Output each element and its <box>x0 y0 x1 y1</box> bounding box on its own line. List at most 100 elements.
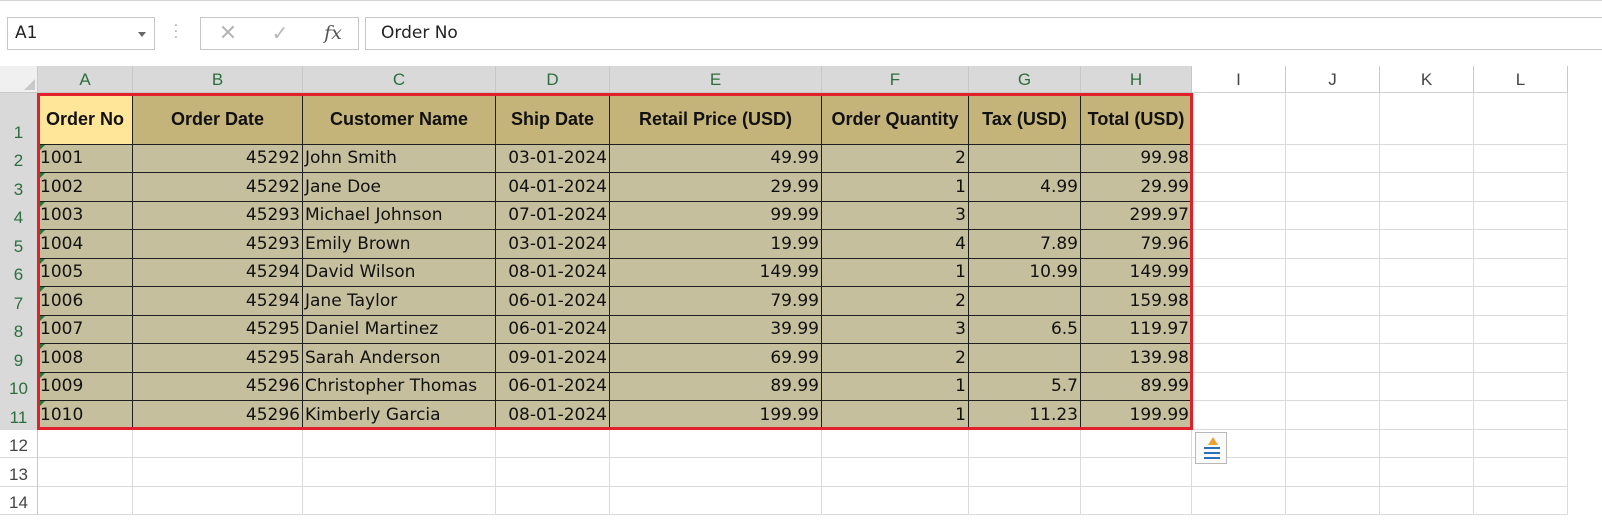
table-cell[interactable]: Sarah Anderson <box>303 344 496 373</box>
table-cell[interactable]: 1009 <box>38 373 133 401</box>
table-cell[interactable]: 03-01-2024 <box>496 230 610 259</box>
empty-cell[interactable] <box>1380 145 1474 173</box>
table-cell[interactable]: 45292 <box>133 173 303 202</box>
table-cell[interactable]: 39.99 <box>610 316 822 344</box>
row-header[interactable]: 6 <box>0 259 38 287</box>
empty-cell[interactable] <box>969 487 1081 515</box>
column-header[interactable]: H <box>1081 66 1192 93</box>
table-cell[interactable]: 99.99 <box>610 202 822 230</box>
empty-cell[interactable] <box>1192 259 1286 287</box>
row-header[interactable]: 10 <box>0 373 38 401</box>
table-cell[interactable] <box>969 202 1081 230</box>
empty-cell[interactable] <box>1286 202 1380 230</box>
table-cell[interactable]: 5.7 <box>969 373 1081 401</box>
empty-cell[interactable] <box>1286 430 1380 458</box>
table-cell[interactable]: 1 <box>822 373 969 401</box>
column-header[interactable]: E <box>610 66 822 93</box>
table-cell[interactable]: Daniel Martinez <box>303 316 496 344</box>
table-cell[interactable]: 06-01-2024 <box>496 287 610 316</box>
row-header[interactable]: 5 <box>0 230 38 259</box>
table-cell[interactable]: Jane Taylor <box>303 287 496 316</box>
empty-cell[interactable] <box>1380 287 1474 316</box>
empty-cell[interactable] <box>496 458 610 487</box>
table-cell[interactable]: 45295 <box>133 344 303 373</box>
table-cell[interactable]: 159.98 <box>1081 287 1192 316</box>
empty-cell[interactable] <box>1192 230 1286 259</box>
table-cell[interactable]: John Smith <box>303 145 496 173</box>
table-cell[interactable]: Christopher Thomas <box>303 373 496 401</box>
row-header[interactable]: 12 <box>0 430 38 458</box>
empty-cell[interactable] <box>1474 173 1568 202</box>
table-cell[interactable]: 99.98 <box>1081 145 1192 173</box>
table-header-cell[interactable]: Retail Price (USD) <box>610 93 822 145</box>
table-cell[interactable]: 45294 <box>133 259 303 287</box>
column-header[interactable]: D <box>496 66 610 93</box>
table-cell[interactable] <box>969 145 1081 173</box>
table-cell[interactable]: 1005 <box>38 259 133 287</box>
empty-cell[interactable] <box>1286 401 1380 430</box>
empty-cell[interactable] <box>1380 487 1474 515</box>
table-cell[interactable]: 04-01-2024 <box>496 173 610 202</box>
empty-cell[interactable] <box>1474 373 1568 401</box>
column-header[interactable]: B <box>133 66 303 93</box>
empty-cell[interactable] <box>303 430 496 458</box>
empty-cell[interactable] <box>133 487 303 515</box>
table-cell[interactable]: 08-01-2024 <box>496 401 610 430</box>
empty-cell[interactable] <box>1192 93 1286 145</box>
table-cell[interactable]: Jane Doe <box>303 173 496 202</box>
empty-cell[interactable] <box>1081 430 1192 458</box>
active-cell[interactable]: Order No <box>38 93 133 145</box>
empty-cell[interactable] <box>1192 401 1286 430</box>
table-header-cell[interactable]: Order Date <box>133 93 303 145</box>
empty-cell[interactable] <box>1474 202 1568 230</box>
empty-cell[interactable] <box>1286 173 1380 202</box>
row-header[interactable]: 8 <box>0 316 38 344</box>
empty-cell[interactable] <box>1192 373 1286 401</box>
table-cell[interactable]: 89.99 <box>610 373 822 401</box>
empty-cell[interactable] <box>1081 487 1192 515</box>
column-header[interactable]: G <box>969 66 1081 93</box>
table-cell[interactable]: 4 <box>822 230 969 259</box>
table-cell[interactable]: 89.99 <box>1081 373 1192 401</box>
row-header[interactable]: 4 <box>0 202 38 230</box>
table-cell[interactable] <box>969 287 1081 316</box>
table-cell[interactable]: Emily Brown <box>303 230 496 259</box>
table-cell[interactable]: Kimberly Garcia <box>303 401 496 430</box>
empty-cell[interactable] <box>1286 344 1380 373</box>
table-cell[interactable]: 03-01-2024 <box>496 145 610 173</box>
row-header[interactable]: 13 <box>0 458 38 487</box>
column-header[interactable]: L <box>1474 66 1568 93</box>
table-cell[interactable]: 19.99 <box>610 230 822 259</box>
empty-cell[interactable] <box>496 487 610 515</box>
empty-cell[interactable] <box>1474 145 1568 173</box>
table-header-cell[interactable]: Tax (USD) <box>969 93 1081 145</box>
table-cell[interactable]: 1 <box>822 401 969 430</box>
table-cell[interactable]: 11.23 <box>969 401 1081 430</box>
table-cell[interactable]: 1004 <box>38 230 133 259</box>
table-header-cell[interactable]: Customer Name <box>303 93 496 145</box>
table-cell[interactable]: 79.96 <box>1081 230 1192 259</box>
table-cell[interactable]: 1008 <box>38 344 133 373</box>
empty-cell[interactable] <box>38 458 133 487</box>
table-cell[interactable] <box>969 344 1081 373</box>
table-cell[interactable]: 29.99 <box>1081 173 1192 202</box>
empty-cell[interactable] <box>1474 287 1568 316</box>
empty-cell[interactable] <box>1380 430 1474 458</box>
table-cell[interactable]: 7.89 <box>969 230 1081 259</box>
table-cell[interactable]: 299.97 <box>1081 202 1192 230</box>
column-header[interactable]: K <box>1380 66 1474 93</box>
empty-cell[interactable] <box>1380 316 1474 344</box>
table-cell[interactable]: 1002 <box>38 173 133 202</box>
table-cell[interactable]: 1001 <box>38 145 133 173</box>
table-cell[interactable]: 45296 <box>133 373 303 401</box>
column-header[interactable]: J <box>1286 66 1380 93</box>
table-cell[interactable]: 3 <box>822 202 969 230</box>
table-cell[interactable]: 1007 <box>38 316 133 344</box>
table-cell[interactable]: 199.99 <box>610 401 822 430</box>
table-cell[interactable]: 45293 <box>133 230 303 259</box>
table-cell[interactable]: 29.99 <box>610 173 822 202</box>
empty-cell[interactable] <box>303 487 496 515</box>
table-cell[interactable]: 6.5 <box>969 316 1081 344</box>
table-cell[interactable]: 45295 <box>133 316 303 344</box>
row-header[interactable]: 9 <box>0 344 38 373</box>
